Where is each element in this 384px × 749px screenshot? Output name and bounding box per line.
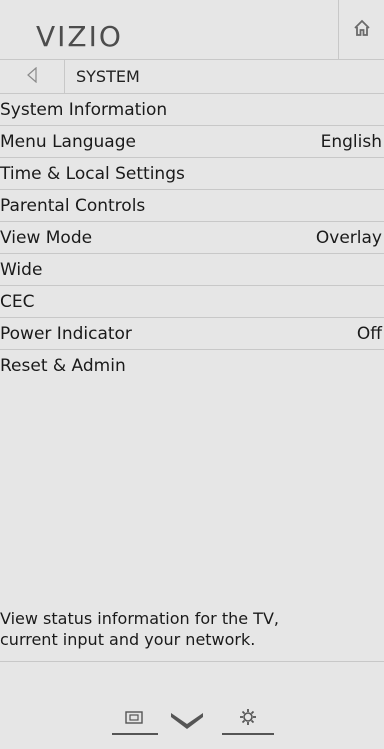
menu-item-menu-language[interactable]: Menu Language English (0, 126, 384, 158)
menu-item-label: CEC (0, 292, 35, 312)
menu-item-label: Parental Controls (0, 196, 146, 216)
home-icon (353, 19, 371, 41)
menu-item-value: Overlay (315, 228, 382, 248)
menu-item-system-information[interactable]: System Information (0, 94, 384, 126)
menu-item-parental-controls[interactable]: Parental Controls (0, 190, 384, 222)
page-title: SYSTEM (76, 67, 140, 86)
menu-item-time-local-settings[interactable]: Time & Local Settings (0, 158, 384, 190)
settings-icon[interactable] (222, 708, 274, 736)
menu-item-view-mode[interactable]: View Mode Overlay (0, 222, 384, 254)
menu-item-label: Time & Local Settings (0, 164, 185, 184)
help-text: View status information for the TV, curr… (0, 608, 384, 662)
menu-item-value: Off (356, 324, 382, 344)
back-button[interactable] (0, 60, 65, 93)
vizio-logo: VIZIO (36, 20, 123, 53)
menu-item-value: English (320, 132, 382, 152)
footer-divider (0, 661, 384, 662)
menu-item-label: View Mode (0, 228, 93, 248)
help-text-line: View status information for the TV, (0, 609, 279, 628)
header: VIZIO (0, 0, 384, 60)
menu-item-label: Menu Language (0, 132, 136, 152)
back-arrow-icon (26, 66, 38, 87)
breadcrumb: SYSTEM (0, 60, 384, 94)
menu-item-label: Reset & Admin (0, 356, 126, 376)
home-button[interactable] (338, 0, 384, 59)
input-icon[interactable] (112, 710, 158, 736)
menu-item-cec[interactable]: CEC (0, 286, 384, 318)
menu-item-label: Wide (0, 260, 43, 280)
system-menu: System Information Menu Language English… (0, 94, 384, 382)
menu-item-label: Power Indicator (0, 324, 132, 344)
footer-nav (0, 700, 384, 740)
menu-item-label: System Information (0, 100, 168, 120)
vizio-v-icon[interactable] (170, 712, 204, 730)
menu-item-power-indicator[interactable]: Power Indicator Off (0, 318, 384, 350)
help-text-line: current input and your network. (0, 630, 256, 649)
menu-item-reset-admin[interactable]: Reset & Admin (0, 350, 384, 382)
menu-item-wide[interactable]: Wide (0, 254, 384, 286)
